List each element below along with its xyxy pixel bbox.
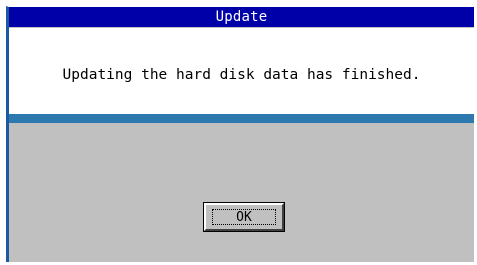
dialog-title: Update bbox=[215, 9, 268, 25]
dialog-titlebar: Update bbox=[9, 7, 474, 27]
update-dialog: Update Updating the hard disk data has f… bbox=[6, 6, 474, 262]
update-finished-message: Updating the hard disk data has finished… bbox=[62, 67, 421, 83]
ok-button[interactable]: OK bbox=[203, 202, 285, 232]
ok-button-label: OK bbox=[212, 209, 276, 225]
message-divider bbox=[9, 114, 474, 123]
message-panel: Updating the hard disk data has finished… bbox=[9, 28, 474, 114]
